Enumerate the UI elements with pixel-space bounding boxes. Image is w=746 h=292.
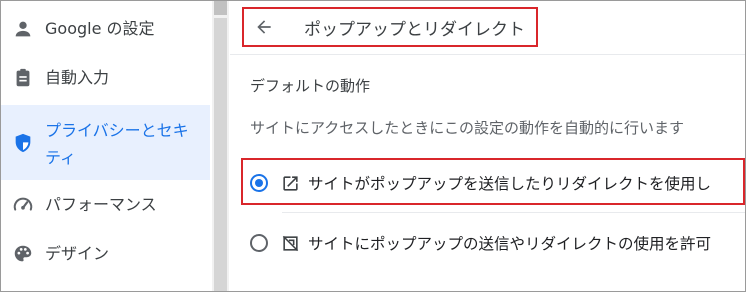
option-label: サイトにポップアップの送信やリダイレクトの使用を許可 — [308, 235, 712, 253]
sidebar-item-label-line1: プライバシーとセキ — [45, 121, 189, 140]
main-content: ポップアップとリダイレクト デフォルトの動作 サイトにアクセスしたときにこの設定… — [230, 1, 745, 291]
sidebar-item-privacy-security[interactable]: プライバシーとセキ ティ — [1, 105, 210, 180]
option-divider — [282, 212, 745, 213]
shield-icon — [11, 131, 35, 155]
sidebar-item-label: Google の設定 — [45, 19, 155, 38]
settings-sidebar: Google の設定 自動入力 プライバシーとセキ ティ パフォーマンス デザイ… — [1, 1, 212, 291]
clipboard-icon — [11, 66, 35, 90]
popup-blocked-icon — [280, 233, 300, 253]
option-label: サイトがポップアップを送信したりリダイレクトを使用し — [308, 175, 712, 193]
sidebar-item-performance[interactable]: パフォーマンス — [1, 193, 210, 217]
sidebar-item-label: プライバシーとセキ ティ — [45, 117, 189, 171]
radio-button-block[interactable] — [250, 234, 268, 252]
palette-icon — [11, 242, 35, 266]
section-description: サイトにアクセスしたときにこの設定の動作を自動的に行います — [250, 119, 684, 137]
option-block-popups[interactable]: サイトにポップアップの送信やリダイレクトの使用を許可 — [250, 232, 711, 254]
section-title: デフォルトの動作 — [250, 77, 371, 95]
arrow-back-icon[interactable] — [252, 15, 276, 39]
sidebar-item-label: デザイン — [45, 244, 110, 263]
scrollbar-thumb[interactable] — [214, 18, 227, 291]
settings-window: Google の設定 自動入力 プライバシーとセキ ティ パフォーマンス デザイ… — [0, 0, 746, 292]
open-in-new-icon — [280, 173, 300, 193]
option-allow-popups[interactable]: サイトがポップアップを送信したりリダイレクトを使用し — [250, 172, 711, 194]
sidebar-item-label-line2: ティ — [45, 148, 77, 167]
radio-button-allow[interactable] — [250, 174, 268, 192]
person-icon — [11, 17, 35, 41]
speedometer-icon — [11, 193, 35, 217]
sidebar-item-label: パフォーマンス — [45, 195, 157, 214]
page-title: ポップアップとリダイレクト — [304, 19, 525, 40]
header-divider — [230, 54, 745, 55]
sidebar-item-google-settings[interactable]: Google の設定 — [1, 17, 210, 41]
page-header: ポップアップとリダイレクト — [242, 7, 538, 47]
scrollbar-up-arrow[interactable] — [214, 1, 227, 15]
sidebar-item-appearance[interactable]: デザイン — [1, 242, 210, 266]
sidebar-item-autofill[interactable]: 自動入力 — [1, 66, 210, 90]
sidebar-item-label: 自動入力 — [45, 68, 110, 87]
